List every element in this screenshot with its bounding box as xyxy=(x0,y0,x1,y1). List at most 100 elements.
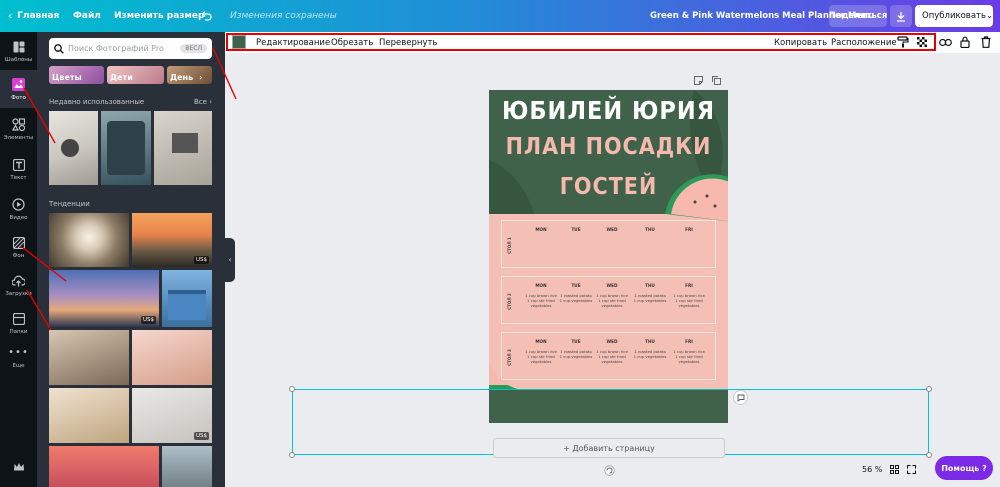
day-header: FRI xyxy=(685,227,693,232)
trending-photo-staircase[interactable] xyxy=(49,213,129,267)
category-label: День xyxy=(170,73,194,82)
trending-photo-family[interactable] xyxy=(49,330,129,385)
resize-handle[interactable] xyxy=(289,452,295,458)
meal-cell: 1 cup brown rice 1 cup stir fried vegeta… xyxy=(596,293,628,308)
comment-button[interactable] xyxy=(733,390,748,405)
rail-label: Загрузки xyxy=(5,290,32,297)
day-header: WED xyxy=(606,227,618,232)
design-page[interactable]: ЮБИЛЕЙ ЮРИЯ ПЛАН ПОСАДКИ ГОСТЕЙ СТОЛ 1 M… xyxy=(489,90,728,423)
day-header: FRI xyxy=(685,339,693,344)
table-label: СТОЛ 2 xyxy=(506,292,512,310)
resize-handle[interactable] xyxy=(289,386,295,392)
more-icon: ••• xyxy=(8,347,29,358)
trending-photo-house[interactable] xyxy=(162,270,212,327)
trending-photo-sofa[interactable] xyxy=(49,388,129,443)
trending-photo-sky[interactable] xyxy=(49,446,159,487)
recent-photo-suitcase[interactable] xyxy=(101,111,151,185)
table-label: СТОЛ 1 xyxy=(506,236,512,254)
color-swatch[interactable] xyxy=(232,35,246,49)
rail-video[interactable]: Видео xyxy=(0,190,37,228)
meal-cell: 1 roasted potato 1 cup vegetables xyxy=(559,349,593,359)
chevron-right-icon: › xyxy=(199,73,203,82)
category-tile-flowers[interactable]: Цветы xyxy=(49,66,104,84)
page-notes-button[interactable] xyxy=(694,76,703,85)
link-button[interactable] xyxy=(937,34,953,50)
photo-search-field[interactable]: Поиск Фотографий Pro ВЕСЛ xyxy=(49,38,212,59)
recent-photo-laptop[interactable] xyxy=(154,111,212,185)
duplicate-page-button[interactable] xyxy=(712,76,721,85)
arrange-button[interactable]: Расположение xyxy=(831,32,897,53)
zoom-controls: 56 % xyxy=(862,460,930,478)
copy-button[interactable]: Копировать xyxy=(774,32,827,53)
paint-roller-icon xyxy=(897,36,909,48)
day-header: MON xyxy=(535,283,547,288)
recent-photo-map[interactable] xyxy=(49,111,98,185)
download-button[interactable] xyxy=(890,5,912,27)
zoom-level[interactable]: 56 % xyxy=(862,465,882,474)
day-header: MON xyxy=(535,339,547,344)
transparency-button[interactable] xyxy=(914,34,930,50)
trending-photo-people[interactable] xyxy=(162,446,212,487)
rail-elements[interactable]: Элементы xyxy=(0,110,37,148)
trending-photo-pier[interactable]: US$ xyxy=(49,270,159,327)
flip-button[interactable]: Перевернуть xyxy=(379,32,437,53)
meal-cell: 1 cup brown rice 1 cup stir fried vegeta… xyxy=(673,349,705,364)
comment-icon xyxy=(737,394,744,402)
left-rail: Шаблоны Фото Элементы Текст Видео Фон За… xyxy=(0,32,37,487)
fullscreen-icon[interactable] xyxy=(907,464,917,474)
publish-button[interactable]: Опубликовать ⌄ xyxy=(915,5,993,27)
home-button[interactable]: ‹ Главная xyxy=(8,0,59,32)
collapse-panel-button[interactable]: ‹ xyxy=(225,238,235,282)
edit-image-button[interactable]: Редактирование xyxy=(256,32,330,53)
upload-icon xyxy=(12,274,26,288)
category-tile-day[interactable]: День › xyxy=(167,66,212,84)
elements-icon xyxy=(12,118,26,132)
delete-button[interactable] xyxy=(978,34,994,50)
meal-cell: 1 roasted potato 1 cup vegetables xyxy=(633,293,667,303)
folder-icon xyxy=(12,312,26,326)
trending-photo-girl[interactable] xyxy=(132,330,212,385)
category-tile-kids[interactable]: Дети xyxy=(107,66,164,84)
rail-photos[interactable]: Фото xyxy=(0,70,37,108)
seating-table-1: СТОЛ 1 MON TUE WED THU FRI xyxy=(501,220,716,268)
rail-templates[interactable]: Шаблоны xyxy=(0,32,37,70)
rail-folders[interactable]: Папки xyxy=(0,304,37,342)
rail-uploads[interactable]: Загрузки xyxy=(0,266,37,304)
share-button[interactable]: Поделиться xyxy=(829,5,887,27)
rotate-button[interactable] xyxy=(604,465,615,476)
rail-label: Элементы xyxy=(3,134,34,141)
day-header: THU xyxy=(645,283,655,288)
crown-pro-button[interactable] xyxy=(0,452,37,482)
price-tag: US$ xyxy=(140,316,156,324)
photo-detail xyxy=(172,133,198,153)
help-button[interactable]: Помощь ? xyxy=(935,456,993,480)
resize-handle[interactable] xyxy=(926,386,932,392)
trending-photo-bed[interactable]: US$ xyxy=(132,388,212,443)
lock-button[interactable] xyxy=(957,34,973,50)
trending-section-header: Тенденции xyxy=(49,198,212,210)
resize-handle[interactable] xyxy=(926,452,932,458)
link-icon xyxy=(938,38,952,46)
note-icon xyxy=(694,76,703,85)
resize-button[interactable]: Изменить размер xyxy=(114,0,204,32)
video-icon xyxy=(12,198,26,212)
page-title-line2: ПЛАН ПОСАДКИ xyxy=(505,134,712,160)
paint-roller-button[interactable] xyxy=(895,34,911,50)
duplicate-icon xyxy=(712,76,721,85)
file-menu[interactable]: Файл xyxy=(73,0,101,32)
rail-background[interactable]: Фон xyxy=(0,228,37,266)
rail-more[interactable]: ••• Еще xyxy=(0,338,37,376)
see-all-link[interactable]: Все › xyxy=(194,98,212,106)
meal-cell: 1 roasted potato 1 cup vegetables xyxy=(559,293,593,303)
search-icon xyxy=(54,43,64,54)
day-header: TUE xyxy=(571,283,581,288)
rail-text[interactable]: Текст xyxy=(0,150,37,188)
add-page-button[interactable]: + Добавить страницу xyxy=(493,438,725,458)
rail-label: Текст xyxy=(10,174,27,181)
photo-detail xyxy=(168,290,206,320)
undo-button[interactable] xyxy=(200,0,212,32)
grid-view-icon[interactable] xyxy=(890,464,900,474)
crop-button[interactable]: Обрезать xyxy=(331,32,373,53)
trending-photo-sunset[interactable]: US$ xyxy=(132,213,212,267)
rail-label: Папки xyxy=(9,328,28,335)
